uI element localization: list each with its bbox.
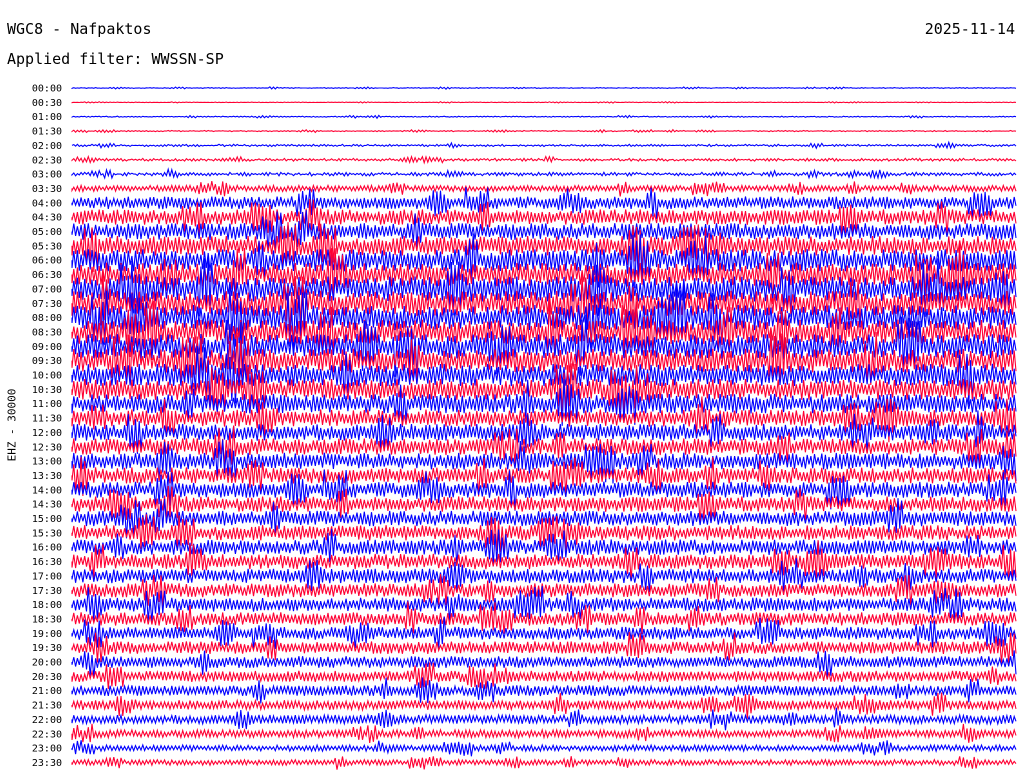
time-tick-label: 04:30 (32, 213, 62, 224)
time-tick-label: 18:30 (32, 614, 62, 625)
time-tick-label: 20:00 (32, 658, 62, 669)
time-tick-label: 13:00 (32, 457, 62, 468)
time-tick-label: 05:00 (32, 227, 62, 238)
time-tick-label: 14:00 (32, 485, 62, 496)
time-tick-label: 07:00 (32, 284, 62, 295)
time-tick-label: 19:30 (32, 643, 62, 654)
trace-line (71, 498, 1017, 539)
trace-line (71, 101, 1017, 104)
time-tick-label: 00:30 (32, 98, 62, 109)
trace-line (71, 128, 1017, 134)
time-tick-label: 06:30 (32, 270, 62, 281)
time-tick-label: 16:00 (32, 543, 62, 554)
time-tick-label: 12:30 (32, 442, 62, 453)
trace-line (71, 114, 1017, 120)
time-tick-label: 03:00 (32, 170, 62, 181)
trace-line (71, 187, 1017, 220)
time-tick-label: 09:00 (32, 342, 62, 353)
time-tick-label: 19:00 (32, 629, 62, 640)
time-tick-label: 13:30 (32, 471, 62, 482)
trace-line (71, 167, 1017, 181)
time-tick-label: 21:00 (32, 686, 62, 697)
time-tick-label: 09:30 (32, 356, 62, 367)
time-tick-label: 17:00 (32, 571, 62, 582)
time-tick-label: 07:30 (32, 299, 62, 310)
helicorder-plot: 00:00 00:30 01:00 01:30 02:00 02:30 03:00 03:30… (32, 84, 1017, 770)
trace-line (71, 740, 1017, 757)
time-tick-label: 03:30 (32, 184, 62, 195)
time-tick-label: 10:30 (32, 385, 62, 396)
trace-line (71, 154, 1017, 165)
time-tick-label: 06:00 (32, 256, 62, 267)
time-tick-label: 18:00 (32, 600, 62, 611)
time-tick-label: 23:30 (32, 758, 62, 769)
time-tick-label: 21:30 (32, 701, 62, 712)
trace-line (71, 469, 1017, 511)
time-tick-label: 16:30 (32, 557, 62, 568)
time-tick-label: 05:30 (32, 241, 62, 252)
time-tick-label: 01:00 (32, 112, 62, 123)
time-tick-label: 15:00 (32, 514, 62, 525)
trace-line (71, 439, 1017, 484)
trace-line (71, 540, 1017, 582)
time-tick-label: 11:00 (32, 399, 62, 410)
time-tick-label: 02:30 (32, 155, 62, 166)
trace-line (71, 723, 1017, 743)
time-tick-label: 14:30 (32, 500, 62, 511)
time-tick-label: 22:30 (32, 729, 62, 740)
time-tick-label: 22:00 (32, 715, 62, 726)
time-tick-label: 00:00 (32, 84, 62, 95)
time-tick-label: 10:00 (32, 371, 62, 382)
time-tick-label: 11:30 (32, 414, 62, 425)
time-tick-label: 12:00 (32, 428, 62, 439)
time-tick-label: 02:00 (32, 141, 62, 152)
time-tick-label: 15:30 (32, 528, 62, 539)
time-tick-label: 08:00 (32, 313, 62, 324)
trace-line (71, 756, 1017, 770)
trace-line (71, 692, 1017, 719)
time-tick-label: 01:30 (32, 127, 62, 138)
time-tick-label: 17:30 (32, 586, 62, 597)
trace-line (71, 86, 1017, 90)
trace-line (71, 180, 1017, 197)
time-tick-label: 23:00 (32, 744, 62, 755)
time-tick-label: 04:00 (32, 198, 62, 209)
trace-line (71, 650, 1017, 678)
time-tick-label: 08:30 (32, 327, 62, 338)
time-tick-label: 20:30 (32, 672, 62, 683)
trace-line (71, 140, 1017, 150)
